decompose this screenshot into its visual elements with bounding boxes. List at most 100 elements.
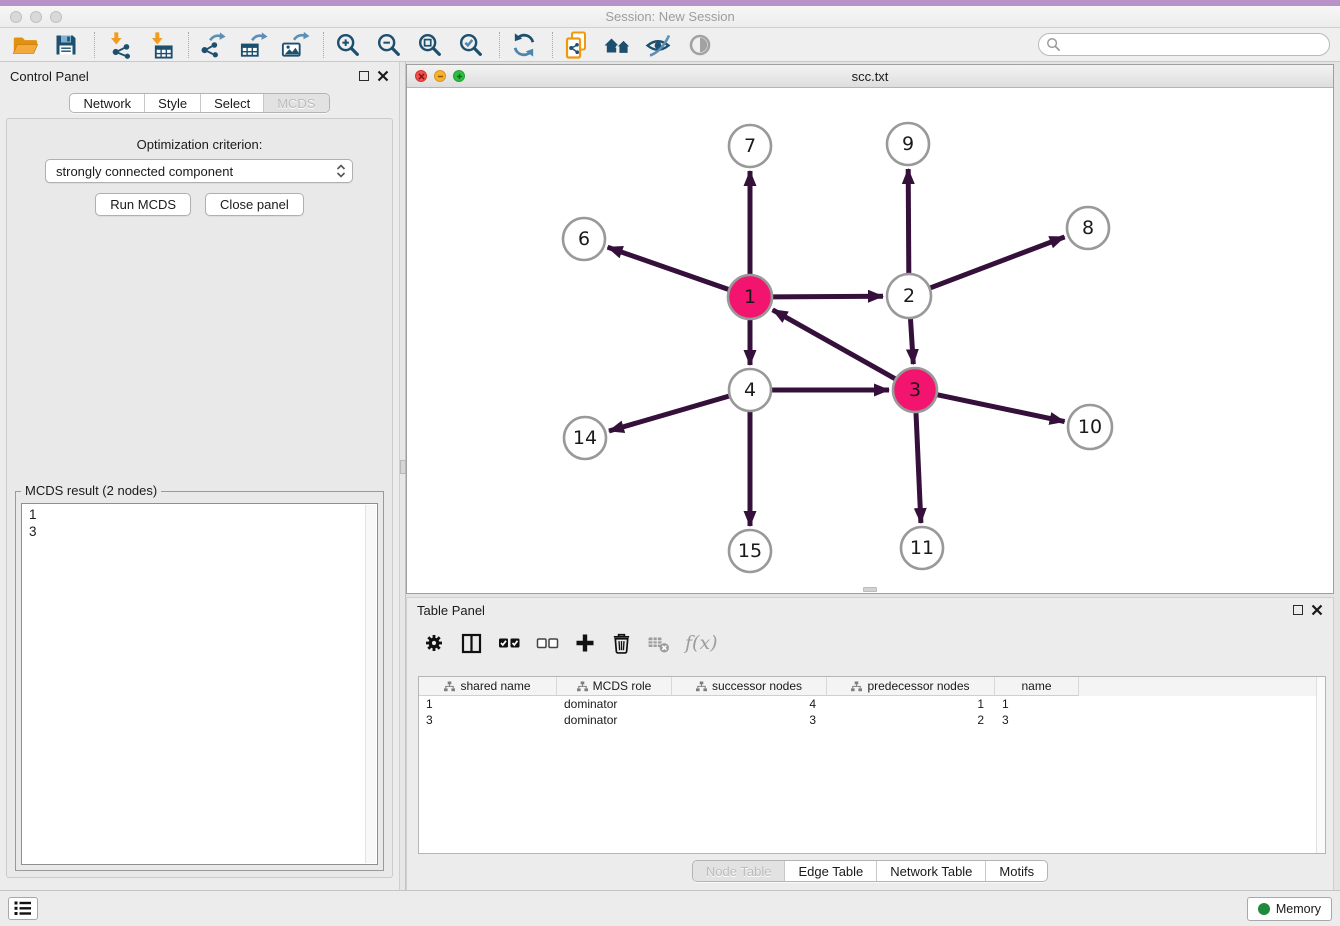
select-all-button[interactable] — [498, 632, 521, 654]
tab-mcds[interactable]: MCDS — [263, 94, 328, 112]
graph-node-label-8: 8 — [1082, 217, 1094, 239]
export-image-button[interactable] — [280, 30, 310, 60]
float-panel-icon[interactable] — [359, 71, 369, 81]
network-resize-grip[interactable] — [863, 587, 877, 592]
hide-selected-button[interactable] — [644, 30, 674, 60]
save-icon — [53, 32, 79, 58]
search-input[interactable] — [1038, 33, 1330, 56]
mcds-result-area[interactable]: 1 3 — [21, 503, 378, 865]
column-header-MCDS-role[interactable]: MCDS role — [557, 677, 672, 696]
graph-node-label-10: 10 — [1078, 416, 1102, 438]
show-all-eye-icon — [686, 31, 714, 59]
mcds-buttons-row: Run MCDS Close panel — [7, 193, 392, 216]
control-panel-tabs: NetworkStyleSelectMCDS — [69, 93, 329, 113]
edge-4-14[interactable] — [609, 396, 729, 431]
criterion-value: strongly connected component — [56, 164, 233, 179]
zoom-fit-button[interactable] — [415, 30, 445, 60]
show-all-button[interactable] — [685, 30, 715, 60]
edge-2-3[interactable] — [911, 319, 914, 364]
table-header-row: shared nameMCDS rolesuccessor nodesprede… — [419, 677, 1325, 696]
table-row[interactable]: 1dominator411 — [419, 696, 1325, 712]
deselect-all-button[interactable] — [536, 632, 559, 654]
memory-button[interactable]: Memory — [1247, 897, 1332, 921]
app-title: Session: New Session — [0, 9, 1340, 24]
delete-table-button[interactable] — [647, 633, 670, 654]
zoom-in-icon — [334, 31, 362, 59]
cell-shared-name[interactable]: 3 — [419, 712, 557, 728]
cell-MCDS-role[interactable]: dominator — [557, 712, 672, 728]
import-table-button[interactable] — [145, 30, 175, 60]
table-tab-node-table[interactable]: Node Table — [693, 861, 785, 881]
cell-shared-name[interactable]: 1 — [419, 696, 557, 712]
cell-successor-nodes[interactable]: 4 — [672, 696, 827, 712]
edge-1-2[interactable] — [773, 296, 883, 297]
close-panel-icon[interactable] — [377, 70, 389, 82]
export-network-button[interactable] — [198, 30, 228, 60]
edge-2-8[interactable] — [931, 237, 1065, 288]
table-settings-button[interactable] — [423, 632, 445, 654]
save-session-button[interactable] — [51, 30, 81, 60]
apply-layout-button[interactable] — [509, 30, 539, 60]
zoom-out-button[interactable] — [374, 30, 404, 60]
zoom-out-icon — [375, 31, 403, 59]
close-panel-button[interactable]: Close panel — [205, 193, 304, 216]
import-network-button[interactable] — [104, 30, 134, 60]
table-tab-edge-table[interactable]: Edge Table — [784, 861, 876, 881]
mcds-result-title: MCDS result (2 nodes) — [21, 483, 161, 498]
function-builder-button[interactable]: f(x) — [685, 632, 718, 654]
graph-node-label-6: 6 — [578, 228, 590, 250]
delete-row-button[interactable] — [611, 632, 632, 655]
criterion-dropdown[interactable]: strongly connected component — [45, 159, 353, 183]
column-header-predecessor-nodes[interactable]: predecessor nodes — [827, 677, 995, 696]
graph-node-label-14: 14 — [573, 427, 597, 449]
column-header-shared-name[interactable]: shared name — [419, 677, 557, 696]
zoom-in-button[interactable] — [333, 30, 363, 60]
tab-select[interactable]: Select — [200, 94, 263, 112]
table-tabs-row: Node TableEdge TableNetwork TableMotifs — [407, 860, 1333, 882]
open-session-button[interactable] — [10, 30, 40, 60]
zoom-selected-button[interactable] — [456, 30, 486, 60]
attribute-tree-icon — [851, 681, 862, 692]
run-mcds-button[interactable]: Run MCDS — [95, 193, 191, 216]
right-column: scc.txt 7968124314101511 Table Panel — [406, 62, 1340, 890]
graph-node-label-3: 3 — [909, 379, 921, 401]
cell-predecessor-nodes[interactable]: 1 — [827, 696, 995, 712]
attribute-tree-icon — [696, 681, 707, 692]
result-scrollbar[interactable] — [365, 505, 376, 863]
export-image-icon — [280, 31, 310, 59]
task-history-button[interactable] — [8, 897, 38, 920]
edge-1-6[interactable] — [608, 247, 729, 289]
table-row[interactable]: 3dominator323 — [419, 712, 1325, 728]
cell-name[interactable]: 3 — [995, 712, 1079, 728]
table-scrollbar[interactable] — [1316, 677, 1325, 853]
table-tab-network-table[interactable]: Network Table — [876, 861, 985, 881]
column-header-successor-nodes[interactable]: successor nodes — [672, 677, 827, 696]
table-tab-motifs[interactable]: Motifs — [985, 861, 1047, 881]
edge-3-1[interactable] — [773, 310, 895, 379]
cell-successor-nodes[interactable]: 3 — [672, 712, 827, 728]
zoom-fit-icon — [416, 31, 444, 59]
cell-name[interactable]: 1 — [995, 696, 1079, 712]
show-columns-button[interactable] — [460, 632, 483, 655]
edge-2-9[interactable] — [908, 169, 909, 273]
table-body: 1dominator4113dominator323 — [419, 696, 1325, 728]
tab-style[interactable]: Style — [144, 94, 200, 112]
edge-3-11[interactable] — [916, 413, 921, 523]
export-table-button[interactable] — [239, 30, 269, 60]
attribute-tree-icon — [444, 681, 455, 692]
tab-network[interactable]: Network — [70, 94, 144, 112]
new-network-from-selection-button[interactable] — [562, 30, 592, 60]
cell-predecessor-nodes[interactable]: 2 — [827, 712, 995, 728]
column-header-name[interactable]: name — [995, 677, 1079, 696]
graph-node-label-2: 2 — [903, 285, 915, 307]
float-table-panel-icon[interactable] — [1293, 605, 1303, 615]
add-row-button[interactable] — [574, 632, 596, 654]
cell-MCDS-role[interactable]: dominator — [557, 696, 672, 712]
network-window-titlebar: scc.txt — [407, 65, 1333, 88]
main-toolbar — [0, 28, 1340, 62]
network-canvas[interactable]: 7968124314101511 — [407, 88, 1333, 593]
import-table-icon — [146, 31, 174, 59]
first-neighbors-button[interactable] — [603, 30, 633, 60]
edge-3-10[interactable] — [938, 395, 1065, 422]
close-table-panel-icon[interactable] — [1311, 604, 1323, 616]
